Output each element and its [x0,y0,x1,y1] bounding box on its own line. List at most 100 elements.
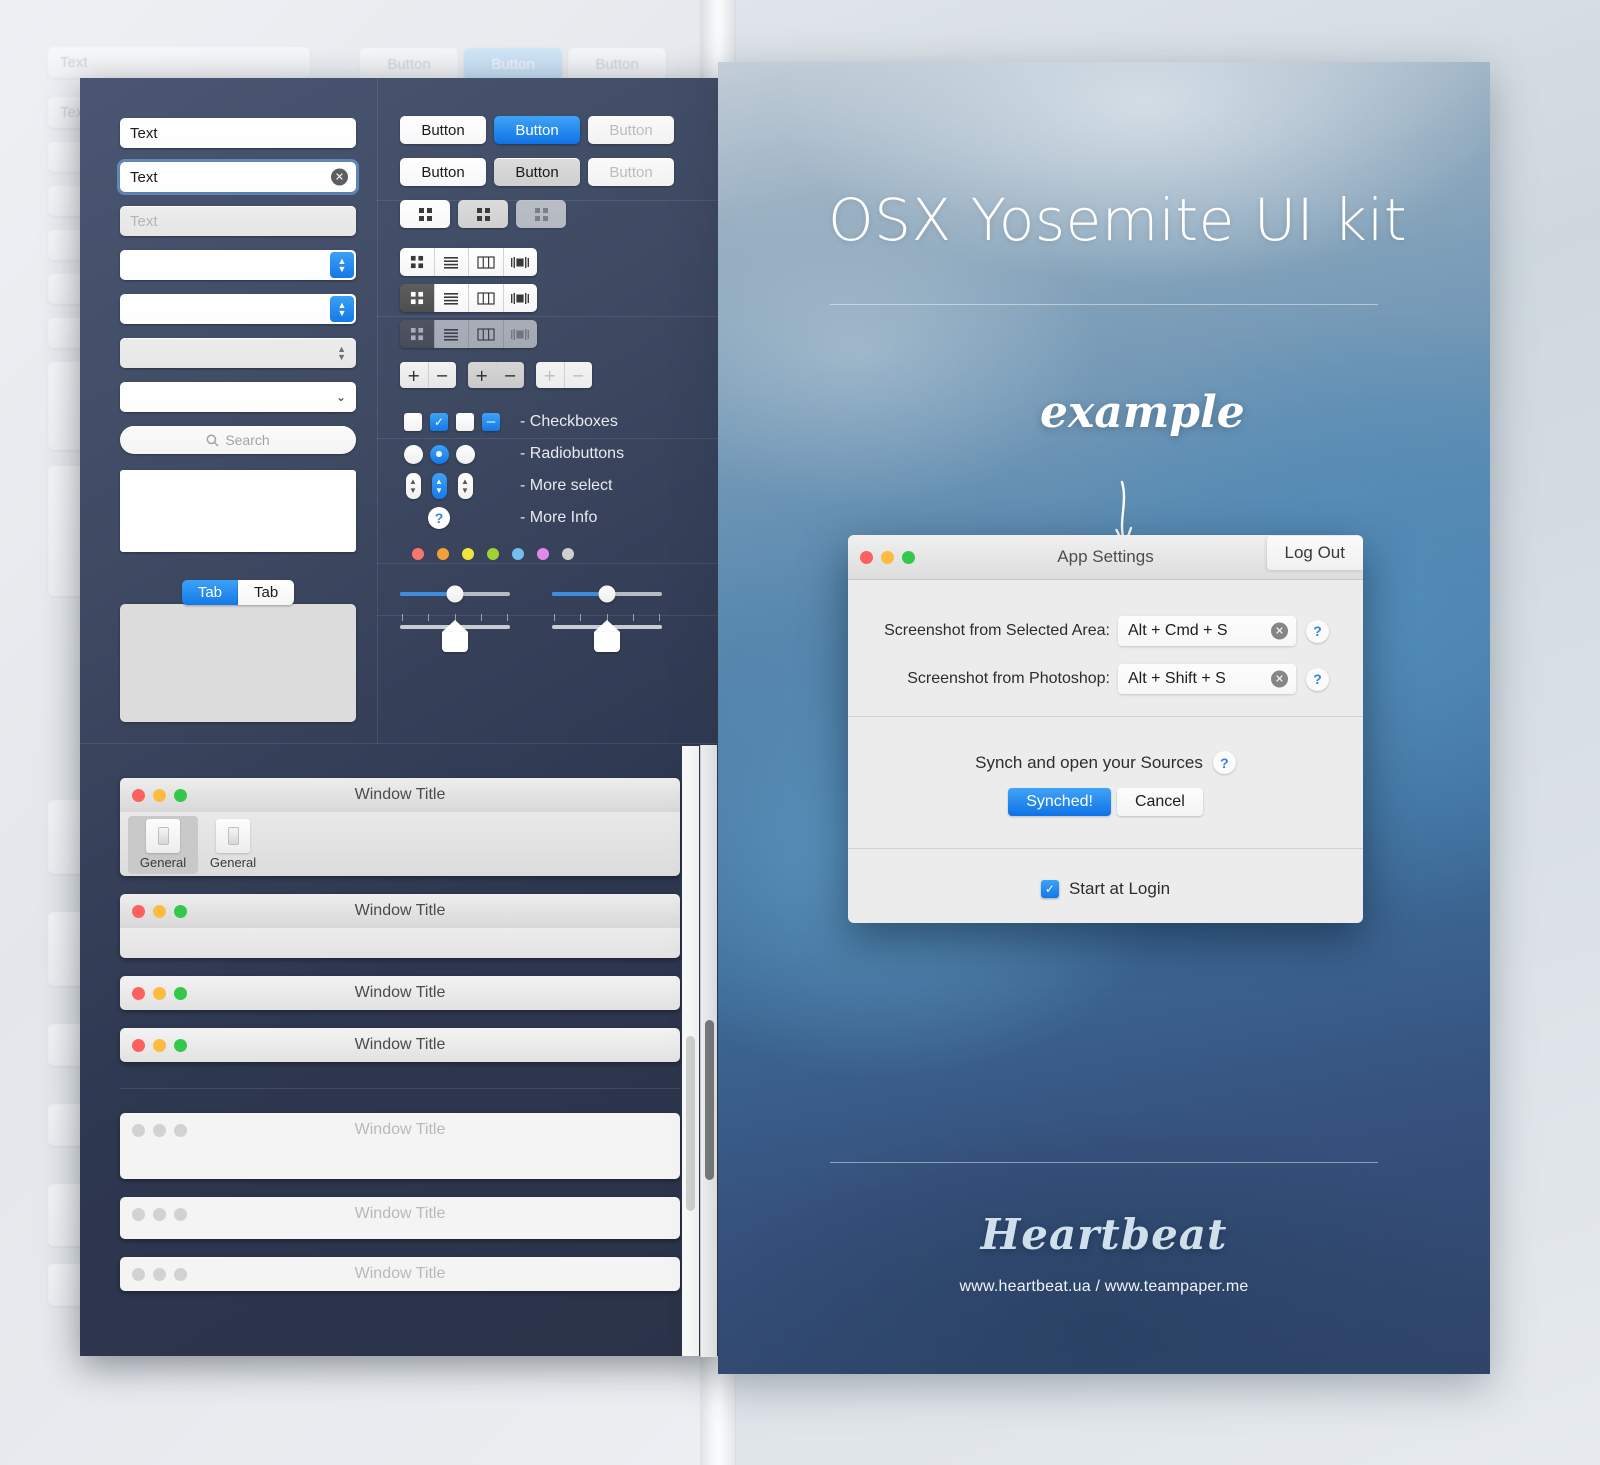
window-titlebar-inactive: Window Title [120,1257,680,1291]
panel-divider [80,743,720,744]
color-swatch[interactable] [562,548,574,560]
window-body [120,928,680,958]
help-icon[interactable]: ? [428,507,450,529]
minus-icon[interactable]: − [496,362,524,388]
text-field-disabled: Text [120,206,356,236]
window-titlebar: Window Title [120,894,680,928]
column-view-segment[interactable] [469,248,504,276]
log-out-button[interactable]: Log Out [1266,536,1363,570]
ui-kit-panel: Text Text ✕ Text ▲ ▼ ▲ ▼ ▲ ▼ ⌄ Search Ta… [80,78,720,1356]
slider-with-knob[interactable] [400,582,510,652]
color-swatch[interactable] [437,548,449,560]
text-field-default[interactable]: Text [120,118,356,148]
help-icon[interactable]: ? [1306,619,1329,643]
shortcut-input[interactable]: Alt + Cmd + S ✕ [1118,616,1296,646]
poster-rule-bottom [830,1162,1378,1163]
toolbar-tab-general[interactable]: General [198,816,268,874]
tab-item-inactive[interactable]: Tab [238,580,295,605]
button-primary[interactable]: Button [494,116,580,144]
text-field-focused[interactable]: Text ✕ [120,162,356,192]
list-view-segment[interactable] [434,248,469,276]
window-body [120,1231,680,1239]
scrollbar-light[interactable] [682,746,699,1356]
chevron-down-icon: ⌄ [335,390,346,404]
cancel-button[interactable]: Cancel [1116,788,1203,816]
search-input[interactable]: Search [120,426,356,454]
text-field-value: Text [130,168,158,186]
stepper-field-blue-2[interactable]: ▲ ▼ [120,294,356,324]
grid-view-icon-button [516,200,566,228]
button-default[interactable]: Button [400,116,486,144]
checkbox-unchecked-alt[interactable] [456,413,474,431]
tab-item-active[interactable]: Tab [181,580,238,605]
clear-circle-icon[interactable]: ✕ [1271,670,1288,688]
slider-knob[interactable] [446,585,464,603]
view-switcher-row [400,248,537,276]
slider-track[interactable] [552,585,662,603]
coverflow-view-icon [511,292,530,304]
color-swatch[interactable] [462,548,474,560]
plus-icon: + [536,362,565,388]
slider-knob[interactable] [598,585,616,603]
slider-track-ticked[interactable] [400,620,510,652]
checkbox-mixed[interactable]: – [482,413,500,431]
color-swatch[interactable] [412,548,424,560]
window-sample-inactive-short-2: Window Title [120,1257,680,1291]
color-swatch[interactable] [487,548,499,560]
grid-view-segment-selected[interactable] [400,284,435,312]
more-info-row: ? - More Info [400,502,700,534]
plus-minus-pressed[interactable]: + − [468,362,524,388]
grid-view-icon [476,207,490,221]
stepper-small-default[interactable]: ▲ ▼ [405,473,421,499]
synched-button[interactable]: Synched! [1008,788,1111,816]
start-at-login-checkbox[interactable]: ✓ [1040,880,1059,898]
coverflow-view-segment[interactable] [503,248,537,276]
column-view-segment [469,320,504,348]
textarea-input[interactable] [120,470,356,552]
help-icon[interactable]: ? [1306,667,1329,691]
plus-minus-disabled: + − [536,362,592,388]
color-swatch[interactable] [512,548,524,560]
window-titlebar-inactive: Window Title [120,1113,680,1147]
button-pressed[interactable]: Button [494,158,580,186]
stepper-small-active[interactable]: ▲ ▼ [431,473,447,499]
slider-with-knob[interactable] [552,582,662,652]
plus-icon[interactable]: + [468,362,497,388]
clear-circle-icon[interactable]: ✕ [1271,622,1288,640]
column-view-segment[interactable] [469,284,504,312]
minus-icon[interactable]: − [428,362,456,388]
grid-view-segment[interactable] [400,248,435,276]
grid-view-icon-button[interactable] [400,200,450,228]
text-field-value: Text [130,212,158,230]
slider-track-ticked[interactable] [552,620,662,652]
column-view-icon [477,327,495,341]
toolbar-tab-label: General [139,855,187,870]
radio-unselected[interactable] [403,444,423,464]
checkbox-checked[interactable]: ✓ [430,413,448,431]
color-swatch[interactable] [537,548,549,560]
grid-view-icon-button[interactable] [458,200,508,228]
list-view-segment[interactable] [434,284,469,312]
checkbox-unchecked[interactable] [404,413,422,431]
button-row-primary: Button Button Button [400,116,700,144]
stepper-field-blue-1[interactable]: ▲ ▼ [120,250,356,280]
stepper-up-down-icon[interactable]: ▲ ▼ [330,296,354,322]
plus-icon[interactable]: + [400,362,429,388]
scrollbar-thumb[interactable] [705,1020,714,1180]
coverflow-view-segment[interactable] [503,284,537,312]
scrollbar-dark[interactable] [700,745,717,1357]
clear-circle-icon[interactable]: ✕ [331,168,348,186]
toolbar-tab-general-selected[interactable]: General [128,816,198,874]
shortcut-input[interactable]: Alt + Shift + S ✕ [1118,664,1296,694]
list-view-icon [444,293,459,305]
slider-track[interactable] [400,585,510,603]
radio-selected[interactable] [429,444,449,464]
help-icon[interactable]: ? [1212,751,1236,774]
radio-row: - Radiobuttons [400,438,700,470]
plus-minus-default[interactable]: + − [400,362,456,388]
dropdown-field[interactable]: ⌄ [120,382,356,412]
scrollbar-thumb[interactable] [686,1036,695,1211]
stepper-up-down-icon[interactable]: ▲ ▼ [330,252,354,278]
shortcut-value: Alt + Shift + S [1128,670,1226,687]
button-default[interactable]: Button [400,158,486,186]
